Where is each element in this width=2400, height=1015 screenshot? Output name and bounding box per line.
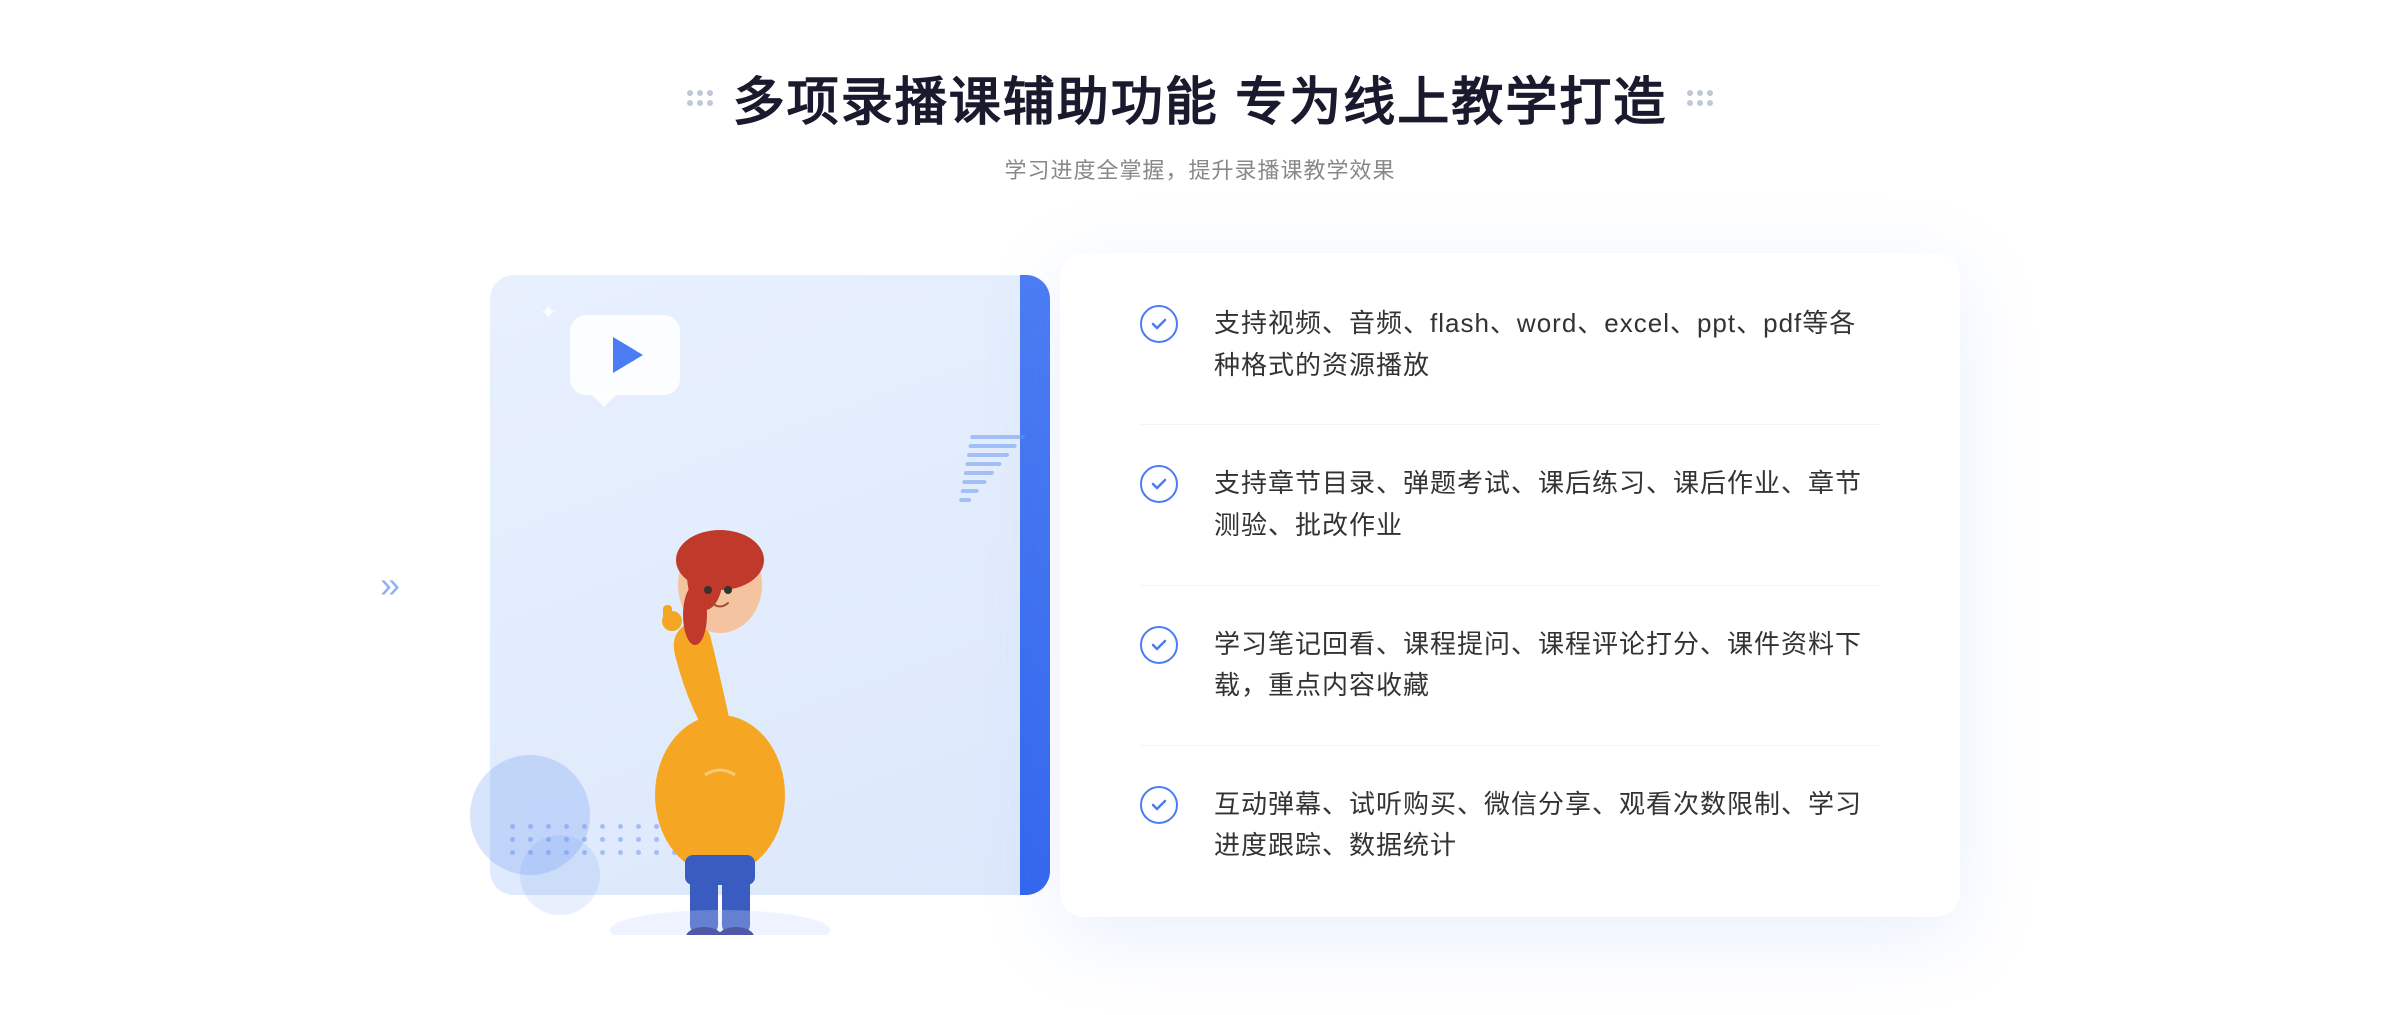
page-wrapper: 多项录播课辅助功能 专为线上教学打造 学习进度全掌握，提升录播课教学效果 » [0, 0, 2400, 1015]
feature-text-4: 互动弹幕、试听购买、微信分享、观看次数限制、学习进度跟踪、数据统计 [1214, 784, 1880, 867]
check-icon-3 [1140, 626, 1178, 664]
play-icon [613, 337, 643, 373]
right-dots-decoration [1687, 90, 1713, 106]
feature-text-3: 学习笔记回看、课程提问、课程评论打分、课件资料下载，重点内容收藏 [1214, 624, 1880, 707]
check-icon-1 [1140, 305, 1178, 343]
page-title: 多项录播课辅助功能 专为线上教学打造 [733, 60, 1667, 135]
illustration-area: » [440, 235, 1100, 935]
features-panel: 支持视频、音频、flash、word、excel、ppt、pdf等各种格式的资源… [1060, 253, 1960, 917]
header-section: 多项录播课辅助功能 专为线上教学打造 学习进度全掌握，提升录播课教学效果 [687, 60, 1713, 185]
feature-text-2: 支持章节目录、弹题考试、课后练习、课后作业、章节测验、批改作业 [1214, 463, 1880, 546]
feature-item-3: 学习笔记回看、课程提问、课程评论打分、课件资料下载，重点内容收藏 [1140, 586, 1880, 746]
feature-item-4: 互动弹幕、试听购买、微信分享、观看次数限制、学习进度跟踪、数据统计 [1140, 746, 1880, 867]
content-section: » [400, 235, 2000, 935]
check-icon-2 [1140, 465, 1178, 503]
blue-bar-decoration [1020, 275, 1050, 895]
sparkle-decoration: ✦ [540, 300, 557, 325]
feature-item-1: 支持视频、音频、flash、word、excel、ppt、pdf等各种格式的资源… [1140, 303, 1880, 425]
check-icon-4 [1140, 786, 1178, 824]
left-arrows-decoration: » [380, 564, 400, 606]
feature-item-2: 支持章节目录、弹题考试、课后练习、课后作业、章节测验、批改作业 [1140, 425, 1880, 585]
title-row: 多项录播课辅助功能 专为线上教学打造 [687, 60, 1713, 135]
left-dots-decoration [687, 90, 713, 106]
person-illustration [520, 375, 920, 935]
page-subtitle: 学习进度全掌握，提升录播课教学效果 [687, 153, 1713, 185]
feature-text-1: 支持视频、音频、flash、word、excel、ppt、pdf等各种格式的资源… [1214, 303, 1880, 386]
